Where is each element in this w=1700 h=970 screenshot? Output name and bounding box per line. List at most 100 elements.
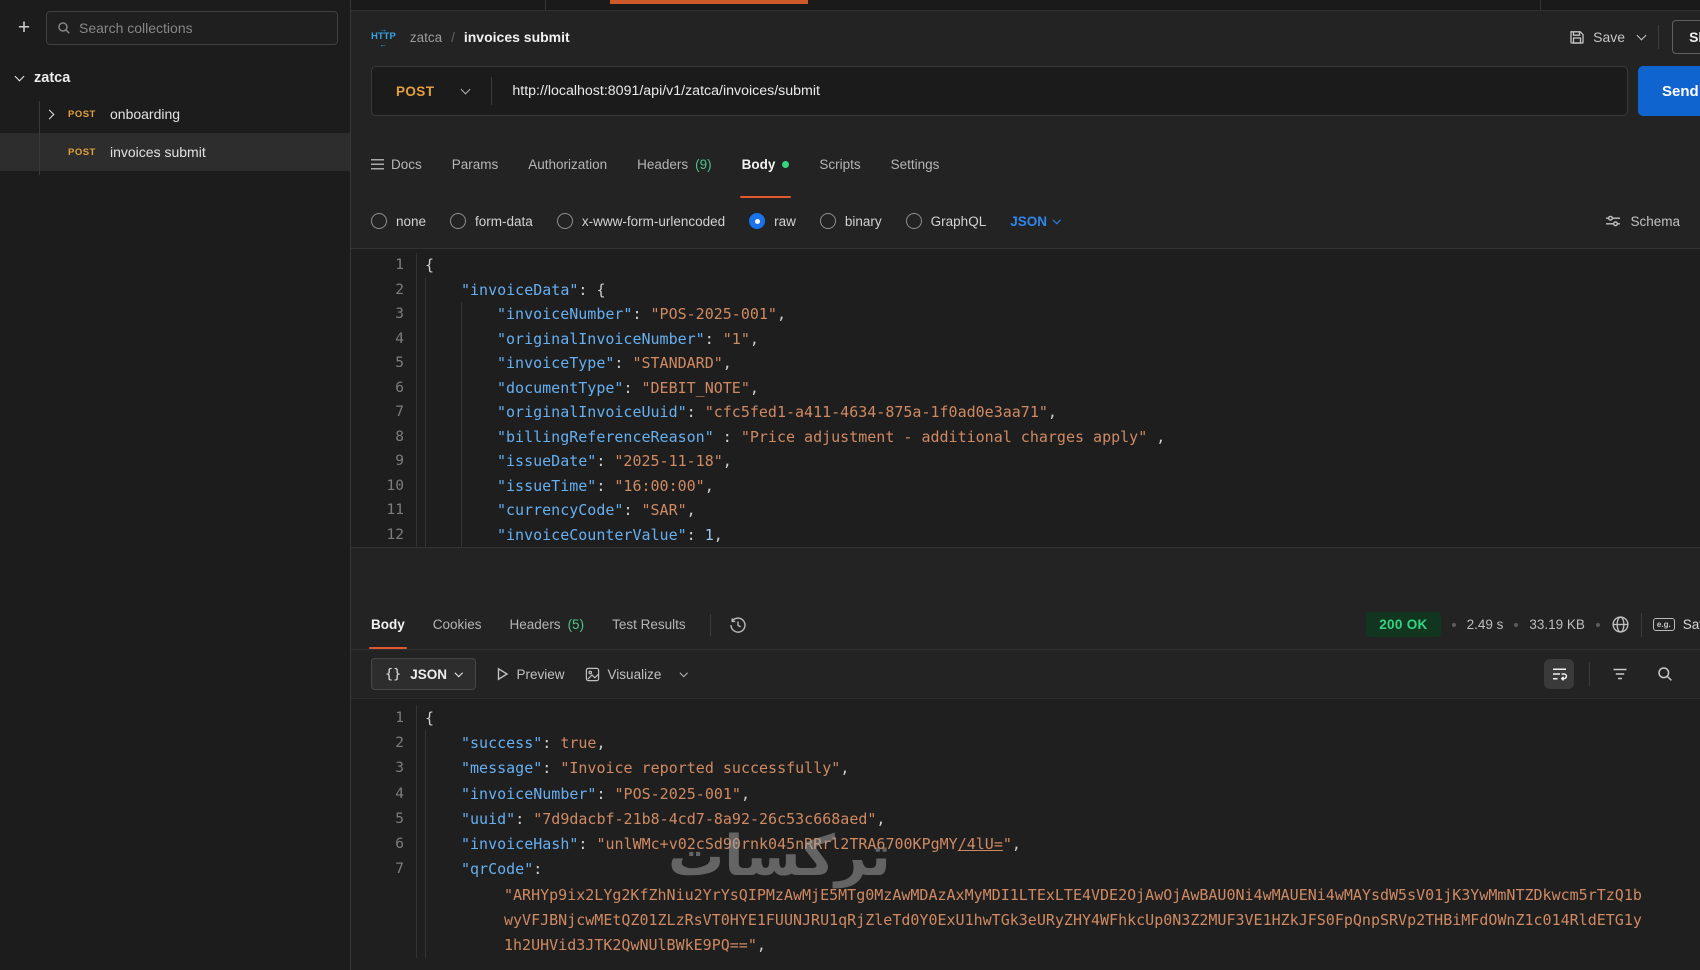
response-tab-body[interactable]: Body	[371, 600, 405, 649]
token: :	[623, 376, 641, 401]
save-button[interactable]: Save	[1569, 29, 1625, 45]
response-search-icon[interactable]	[1650, 659, 1680, 689]
send-label: Send	[1662, 83, 1699, 100]
tab-params[interactable]: Params	[452, 130, 499, 198]
token: "message"	[461, 756, 542, 781]
sidebar-item-invoices-submit[interactable]: POSTinvoices submit	[0, 133, 350, 171]
url-input[interactable]: http://localhost:8091/api/v1/zatca/invoi…	[512, 83, 820, 99]
body-mode-label: x-www-form-urlencoded	[582, 214, 725, 229]
line-number: 12	[351, 523, 417, 548]
response-body-editor[interactable]: 1{2"success": true,3"message": "Invoice …	[351, 698, 1700, 970]
token: :	[614, 351, 632, 376]
body-mode-graphql[interactable]: GraphQL	[906, 213, 987, 229]
save-response-button[interactable]: e.g. Save Response	[1653, 617, 1700, 632]
response-tab-headers[interactable]: Headers(5)	[510, 600, 585, 649]
preview-button[interactable]: Preview	[496, 667, 565, 682]
line-number: 10	[351, 474, 417, 499]
code-line: "ARHYp9ix2LYg2KfZhNiu2YrYsQIPMzAwMjE5MTg…	[351, 882, 1700, 907]
raw-language-select[interactable]: JSON	[1010, 214, 1059, 229]
share-button[interactable]: Share	[1672, 20, 1700, 54]
wrap-indent	[461, 882, 504, 907]
token: "invoiceNumber"	[461, 781, 596, 806]
globe-icon[interactable]	[1611, 615, 1630, 634]
token: "invoiceType"	[497, 351, 614, 376]
response-tab-test-results[interactable]: Test Results	[612, 600, 686, 649]
new-collection-button[interactable]: +	[10, 14, 38, 42]
request-body-editor[interactable]: 1{2"invoiceData": {3"invoiceNumber": "PO…	[351, 248, 1700, 548]
radio-icon[interactable]	[906, 213, 922, 229]
token: true	[560, 730, 596, 755]
tab-headers[interactable]: Headers(9)	[637, 130, 712, 198]
url-box[interactable]: POST http://localhost:8091/api/v1/zatca/…	[371, 66, 1628, 116]
token: 1h2UHVid3JTK2QwNUlBWkE9PQ=="	[504, 933, 757, 958]
method-select[interactable]: POST	[396, 84, 434, 99]
token: ,	[1012, 831, 1021, 856]
tab-authorization[interactable]: Authorization	[528, 130, 607, 198]
tab-label: Body	[742, 157, 776, 172]
tab-body[interactable]: Body	[742, 130, 790, 198]
wrap-text-button[interactable]	[1544, 659, 1574, 689]
code-line: 2"success": true,	[351, 730, 1700, 755]
tab-scripts[interactable]: Scripts	[819, 130, 860, 198]
code-line: 6"documentType": "DEBIT_NOTE",	[351, 376, 1700, 401]
line-number: 6	[351, 831, 417, 856]
breadcrumb-collection[interactable]: zatca	[410, 30, 442, 45]
body-mode-binary[interactable]: binary	[820, 213, 882, 229]
body-mode-x-www-form-urlencoded[interactable]: x-www-form-urlencoded	[557, 213, 725, 229]
indent-guide	[425, 278, 461, 303]
token: ,	[723, 449, 732, 474]
radio-icon[interactable]	[820, 213, 836, 229]
search-input[interactable]	[79, 20, 327, 36]
breadcrumb-request-name[interactable]: invoices submit	[464, 29, 570, 45]
response-format-select[interactable]: {} JSON	[371, 658, 476, 690]
body-mode-form-data[interactable]: form-data	[450, 213, 533, 229]
tab-label: Authorization	[528, 157, 607, 172]
divider	[1658, 25, 1659, 49]
method-chevron-icon[interactable]	[461, 85, 471, 95]
token: :	[687, 523, 705, 548]
line-number	[351, 882, 417, 907]
save-options-chevron[interactable]	[1637, 31, 1647, 41]
indent-guide	[461, 327, 497, 352]
history-icon[interactable]	[729, 616, 747, 634]
send-button[interactable]: Send	[1638, 66, 1700, 116]
radio-icon[interactable]	[749, 213, 765, 229]
url-row: POST http://localhost:8091/api/v1/zatca/…	[351, 63, 1700, 130]
indent-guide	[425, 857, 461, 882]
radio-icon[interactable]	[371, 213, 387, 229]
collection-search-box[interactable]	[46, 11, 338, 45]
raw-language-label: JSON	[1010, 214, 1047, 229]
body-mode-raw[interactable]: raw	[749, 213, 796, 229]
visualize-button[interactable]: Visualize	[585, 667, 662, 682]
sidebar-item-onboarding[interactable]: POSTonboarding	[0, 95, 350, 133]
line-number: 7	[351, 857, 417, 882]
chevron-right-icon[interactable]	[45, 109, 55, 119]
tab-count-badge: (5)	[568, 617, 585, 632]
radio-icon[interactable]	[557, 213, 573, 229]
code-text: "issueTime": "16:00:00",	[425, 474, 714, 499]
body-mode-none[interactable]: none	[371, 213, 426, 229]
indent-guide	[425, 831, 461, 856]
code-line: 10 "issueTime": "16:00:00",	[351, 474, 1700, 499]
token: "ARHYp9ix2LYg2KfZhNiu2YrYsQIPMzAwMjE5MTg…	[504, 882, 1642, 907]
schema-button[interactable]: Schema	[1605, 214, 1680, 229]
filter-icon[interactable]	[1605, 659, 1635, 689]
response-tab-cookies[interactable]: Cookies	[433, 600, 482, 649]
tab-strip	[351, 0, 1700, 11]
token: "invoiceNumber"	[497, 302, 632, 327]
tab-settings[interactable]: Settings	[891, 130, 940, 198]
more-formats-chevron[interactable]	[680, 669, 688, 677]
tab-docs[interactable]: Docs	[371, 130, 422, 198]
token: "qrCode"	[461, 857, 533, 882]
preview-label: Preview	[517, 667, 565, 682]
token: {	[425, 705, 434, 730]
token: "DEBIT_NOTE"	[642, 376, 750, 401]
body-mode-radios: none form-data x-www-form-urlencoded raw bin…	[371, 213, 986, 229]
radio-icon[interactable]	[450, 213, 466, 229]
breadcrumb-separator: /	[451, 30, 455, 45]
sidebar-top-bar: +	[0, 0, 350, 53]
sliders-icon	[1605, 214, 1621, 228]
token: "cfc5fed1-a411-4634-875a-1f0ad0e3aa71"	[705, 400, 1048, 425]
sidebar-collection-zatca[interactable]: zatca	[0, 61, 350, 95]
code-text: "success": true,	[425, 730, 606, 755]
